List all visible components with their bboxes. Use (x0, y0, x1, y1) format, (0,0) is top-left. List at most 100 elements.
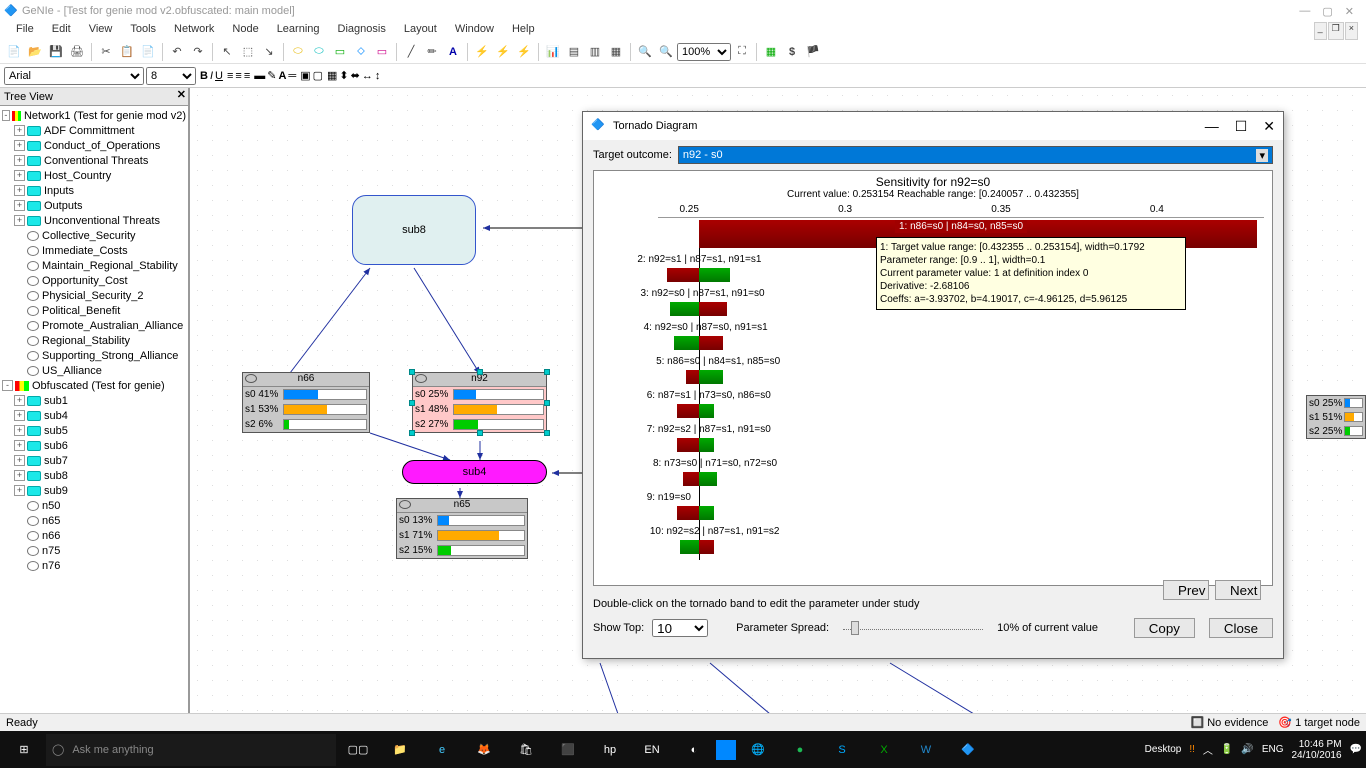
menu-file[interactable]: File (8, 22, 42, 40)
tree-item[interactable]: Promote_Australian_Alliance (2, 318, 186, 333)
explorer-icon[interactable]: 📁 (380, 734, 420, 766)
alignc-icon[interactable]: ≡ (235, 70, 241, 82)
tree-item[interactable]: Physicial_Security_2 (2, 288, 186, 303)
mdi-restore-icon[interactable]: ❐ (1328, 22, 1344, 40)
hp-icon[interactable]: hp (590, 734, 630, 766)
tree-item[interactable]: Political_Benefit (2, 303, 186, 318)
node-n92[interactable]: n92s0 25%s1 48%s2 27% (412, 372, 547, 433)
halign-icon[interactable]: ⬍ (339, 69, 348, 82)
maximize-icon[interactable]: ▢ (1322, 5, 1332, 18)
tree-item[interactable]: Supporting_Strong_Alliance (2, 348, 186, 363)
save-icon[interactable]: 💾 (46, 42, 66, 62)
eclipse-icon[interactable]: ◐ (674, 734, 714, 766)
italic-icon[interactable]: I (210, 70, 213, 82)
dialog-close-icon[interactable]: ✕ (1263, 118, 1275, 135)
arc-icon[interactable]: ↘ (259, 42, 279, 62)
menu-diagnosis[interactable]: Diagnosis (330, 22, 394, 40)
cortana-search[interactable]: ◯ Ask me anything (46, 734, 336, 766)
tree-item[interactable]: +sub5 (2, 423, 186, 438)
tree-item[interactable]: +ADF Committment (2, 123, 186, 138)
close-button[interactable]: Close (1209, 618, 1273, 638)
taskbar-tray-icon[interactable]: !! (1189, 744, 1195, 755)
volume-icon[interactable]: 🔊 (1241, 744, 1253, 755)
fillcolor-icon[interactable]: ▬ (254, 70, 265, 82)
menu-node[interactable]: Node (224, 22, 266, 40)
menu-tools[interactable]: Tools (122, 22, 164, 40)
taskbar-lang[interactable]: ENG (1262, 744, 1284, 755)
taskbar-time[interactable]: 10:46 PM (1291, 739, 1341, 750)
close-icon[interactable]: ✕ (1345, 5, 1354, 18)
tree-item[interactable]: Immediate_Costs (2, 243, 186, 258)
tree-item[interactable]: +sub8 (2, 468, 186, 483)
tornado-chart[interactable]: Sensitivity for n92=s0 Current value: 0.… (593, 170, 1273, 586)
copy-icon[interactable]: 📋 (117, 42, 137, 62)
tree-item[interactable]: n50 (2, 498, 186, 513)
fit-icon[interactable]: ⛶ (732, 42, 752, 62)
battery-icon[interactable]: 🔋 (1221, 744, 1233, 755)
print-icon[interactable]: 🖨 (67, 42, 87, 62)
submodel-icon[interactable]: ▭ (372, 42, 392, 62)
menu-window[interactable]: Window (447, 22, 502, 40)
treeview-close-icon[interactable]: ✕ (177, 88, 186, 101)
vdist-icon[interactable]: ↕ (375, 70, 381, 82)
text-tool-icon[interactable]: A (443, 42, 463, 62)
menu-learning[interactable]: Learning (269, 22, 328, 40)
tree-item[interactable]: US_Alliance (2, 363, 186, 378)
zoom-select[interactable]: 100% (677, 43, 731, 61)
font-select[interactable]: Arial (4, 67, 144, 85)
decision-node-icon[interactable]: ▭ (330, 42, 350, 62)
update-all-icon[interactable]: ⚡ (493, 42, 513, 62)
undo-icon[interactable]: ↶ (167, 42, 187, 62)
pen-tool-icon[interactable]: ✏ (422, 42, 442, 62)
menu-edit[interactable]: Edit (44, 22, 79, 40)
select-icon[interactable]: ⬚ (238, 42, 258, 62)
menu-help[interactable]: Help (504, 22, 543, 40)
genie-task-icon[interactable]: 🔷 (948, 734, 988, 766)
tree-item[interactable]: +Conventional Threats (2, 153, 186, 168)
line-tool-icon[interactable]: ╱ (401, 42, 421, 62)
pointer-icon[interactable]: ↖ (217, 42, 237, 62)
tree-item[interactable]: Collective_Security (2, 228, 186, 243)
grid-snap-icon[interactable]: ▦ (327, 69, 337, 82)
taskbar-desktop[interactable]: Desktop (1145, 744, 1182, 755)
flag-icon[interactable]: 🏴 (803, 42, 823, 62)
tree-item[interactable]: +Unconventional Threats (2, 213, 186, 228)
start-icon[interactable]: ⊞ (4, 734, 44, 766)
target-outcome-select[interactable]: n92 - s0▾ (678, 146, 1273, 164)
edge-icon[interactable]: e (422, 734, 462, 766)
grid-icon[interactable]: ▦ (761, 42, 781, 62)
excel-icon[interactable]: X (864, 734, 904, 766)
tree-item[interactable]: -Obfuscated (Test for genie) (2, 378, 186, 393)
chance-node-icon[interactable]: ⬭ (288, 42, 308, 62)
valign-icon[interactable]: ⬌ (351, 69, 360, 82)
underline-icon[interactable]: U (215, 70, 223, 82)
tree-item[interactable]: +Outputs (2, 198, 186, 213)
tree-item[interactable]: -Network1 (Test for genie mod v2) (2, 108, 186, 123)
redo-icon[interactable]: ↷ (188, 42, 208, 62)
dollar-icon[interactable]: $ (782, 42, 802, 62)
dialog-maximize-icon[interactable]: ☐ (1235, 118, 1248, 135)
word-icon[interactable]: W (906, 734, 946, 766)
tree-item[interactable]: n75 (2, 543, 186, 558)
node-partial-right[interactable]: s0 25%s1 51%s2 25% (1306, 395, 1366, 439)
mdi-minimize-icon[interactable]: _ (1314, 22, 1327, 40)
store-icon[interactable]: 🛍 (506, 734, 546, 766)
linewidth-icon[interactable]: ═ (288, 70, 296, 82)
paste-icon[interactable]: 📄 (138, 42, 158, 62)
barchart3-icon[interactable]: ▦ (606, 42, 626, 62)
zoom-out-icon[interactable]: 🔍 (656, 42, 676, 62)
tree-item[interactable]: +Host_Country (2, 168, 186, 183)
zoom-in-icon[interactable]: 🔍 (635, 42, 655, 62)
show-top-select[interactable]: 10 (652, 619, 708, 637)
tree-item[interactable]: Maintain_Regional_Stability (2, 258, 186, 273)
next-button[interactable]: Next (1215, 580, 1261, 600)
tree-item[interactable]: +sub6 (2, 438, 186, 453)
bring-front-icon[interactable]: ▣ (300, 69, 310, 82)
deterministic-node-icon[interactable]: ⬭ (309, 42, 329, 62)
tree-item[interactable]: Opportunity_Cost (2, 273, 186, 288)
skype-icon[interactable]: S (822, 734, 862, 766)
textcolor-icon[interactable]: A (278, 70, 286, 82)
invalidate-icon[interactable]: ⚡ (514, 42, 534, 62)
task-view-icon[interactable]: ▢▢ (338, 734, 378, 766)
tree-item[interactable]: +sub4 (2, 408, 186, 423)
